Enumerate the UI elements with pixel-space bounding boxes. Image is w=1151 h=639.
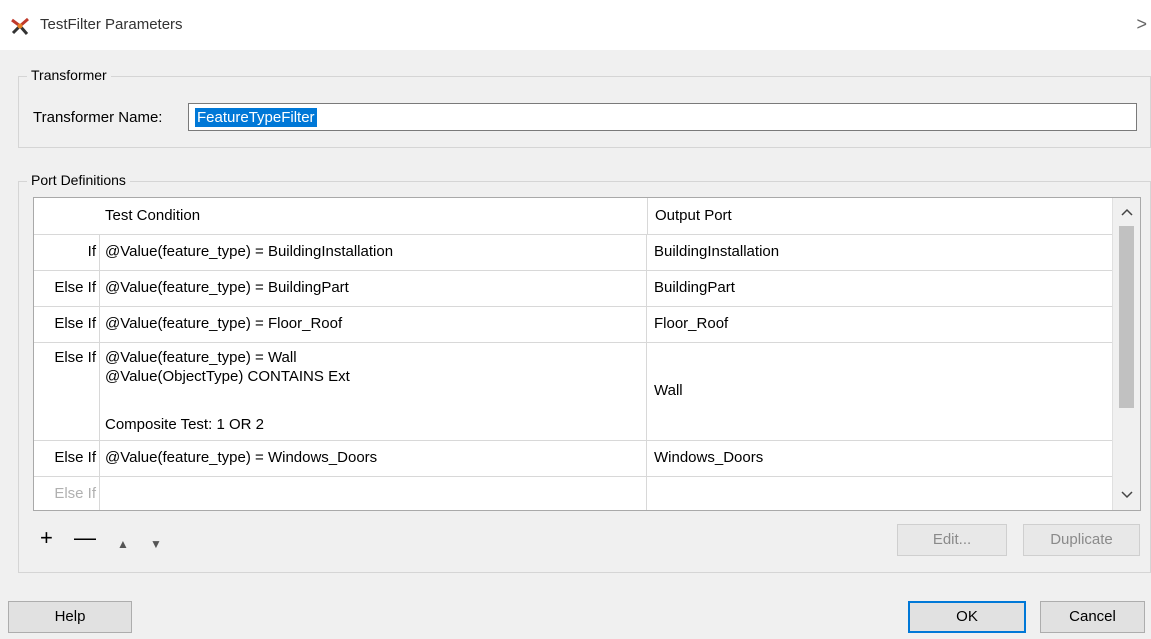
table-row[interactable]: If @Value(feature_type) = BuildingInstal… [34,234,1114,271]
row-condition[interactable]: @Value(feature_type) = Windows_Doors [99,440,647,476]
table-row[interactable]: Else If @Value(feature_type) = Wall @Val… [34,342,1114,441]
ok-button[interactable]: OK [908,601,1026,633]
row-keyword: Else If [54,449,96,466]
close-icon[interactable]: > [1136,14,1147,35]
port-definitions-label: Port Definitions [27,172,130,188]
remove-row-button[interactable]: — [74,527,96,549]
row-condition[interactable]: @Value(feature_type) = BuildingPart [99,270,647,306]
composite-test-line: Composite Test: 1 OR 2 [105,416,264,433]
row-keyword: Else If [54,279,96,296]
table-row[interactable]: Else If @Value(feature_type) = Floor_Roo… [34,306,1114,343]
table-row-empty[interactable]: Else If [34,476,1114,510]
add-row-button[interactable]: + [40,527,53,549]
vertical-scrollbar[interactable] [1112,198,1140,510]
row-output-port[interactable] [647,476,1114,510]
row-keyword: Else If [54,349,96,366]
edit-button[interactable]: Edit... [897,524,1007,556]
table-row[interactable]: Else If @Value(feature_type) = Windows_D… [34,440,1114,477]
header-test-condition: Test Condition [105,207,201,224]
move-down-button[interactable]: ▼ [150,533,162,555]
table-row[interactable]: Else If @Value(feature_type) = BuildingP… [34,270,1114,307]
fme-transformer-icon [9,15,31,37]
row-output-port[interactable]: BuildingInstallation [647,234,1114,270]
condition-line: @Value(feature_type) = Wall [105,349,297,366]
condition-line: @Value(ObjectType) CONTAINS Ext [105,368,350,385]
transformer-name-value: FeatureTypeFilter [195,108,317,127]
duplicate-button[interactable]: Duplicate [1023,524,1140,556]
transformer-group-label: Transformer [27,67,111,83]
header-output-port: Output Port [647,198,1114,234]
port-definitions-table: Test Condition Output Port If @Value(fea… [33,197,1141,511]
row-output-port[interactable]: BuildingPart [647,270,1114,306]
row-condition[interactable]: @Value(feature_type) = BuildingInstallat… [99,234,647,270]
transformer-name-label: Transformer Name: [33,109,163,126]
row-output-port[interactable]: Wall [647,342,1114,440]
row-condition[interactable]: @Value(feature_type) = Wall @Value(Objec… [99,342,647,440]
title-bar: TestFilter Parameters > [0,0,1151,50]
table-header: Test Condition Output Port [34,198,1114,235]
row-condition[interactable] [99,476,647,510]
chevron-down-icon[interactable] [1113,483,1140,508]
row-keyword: If [87,243,96,260]
transformer-name-input[interactable]: FeatureTypeFilter [188,103,1137,131]
row-output-port[interactable]: Floor_Roof [647,306,1114,342]
chevron-up-icon[interactable] [1113,200,1140,225]
help-button[interactable]: Help [8,601,132,633]
row-output-port[interactable]: Windows_Doors [647,440,1114,476]
row-keyword: Else If [54,485,96,502]
scrollbar-thumb[interactable] [1119,226,1134,408]
window-title: TestFilter Parameters [40,16,183,33]
move-up-button[interactable]: ▲ [117,533,129,555]
row-condition[interactable]: @Value(feature_type) = Floor_Roof [99,306,647,342]
row-keyword: Else If [54,315,96,332]
cancel-button[interactable]: Cancel [1040,601,1145,633]
